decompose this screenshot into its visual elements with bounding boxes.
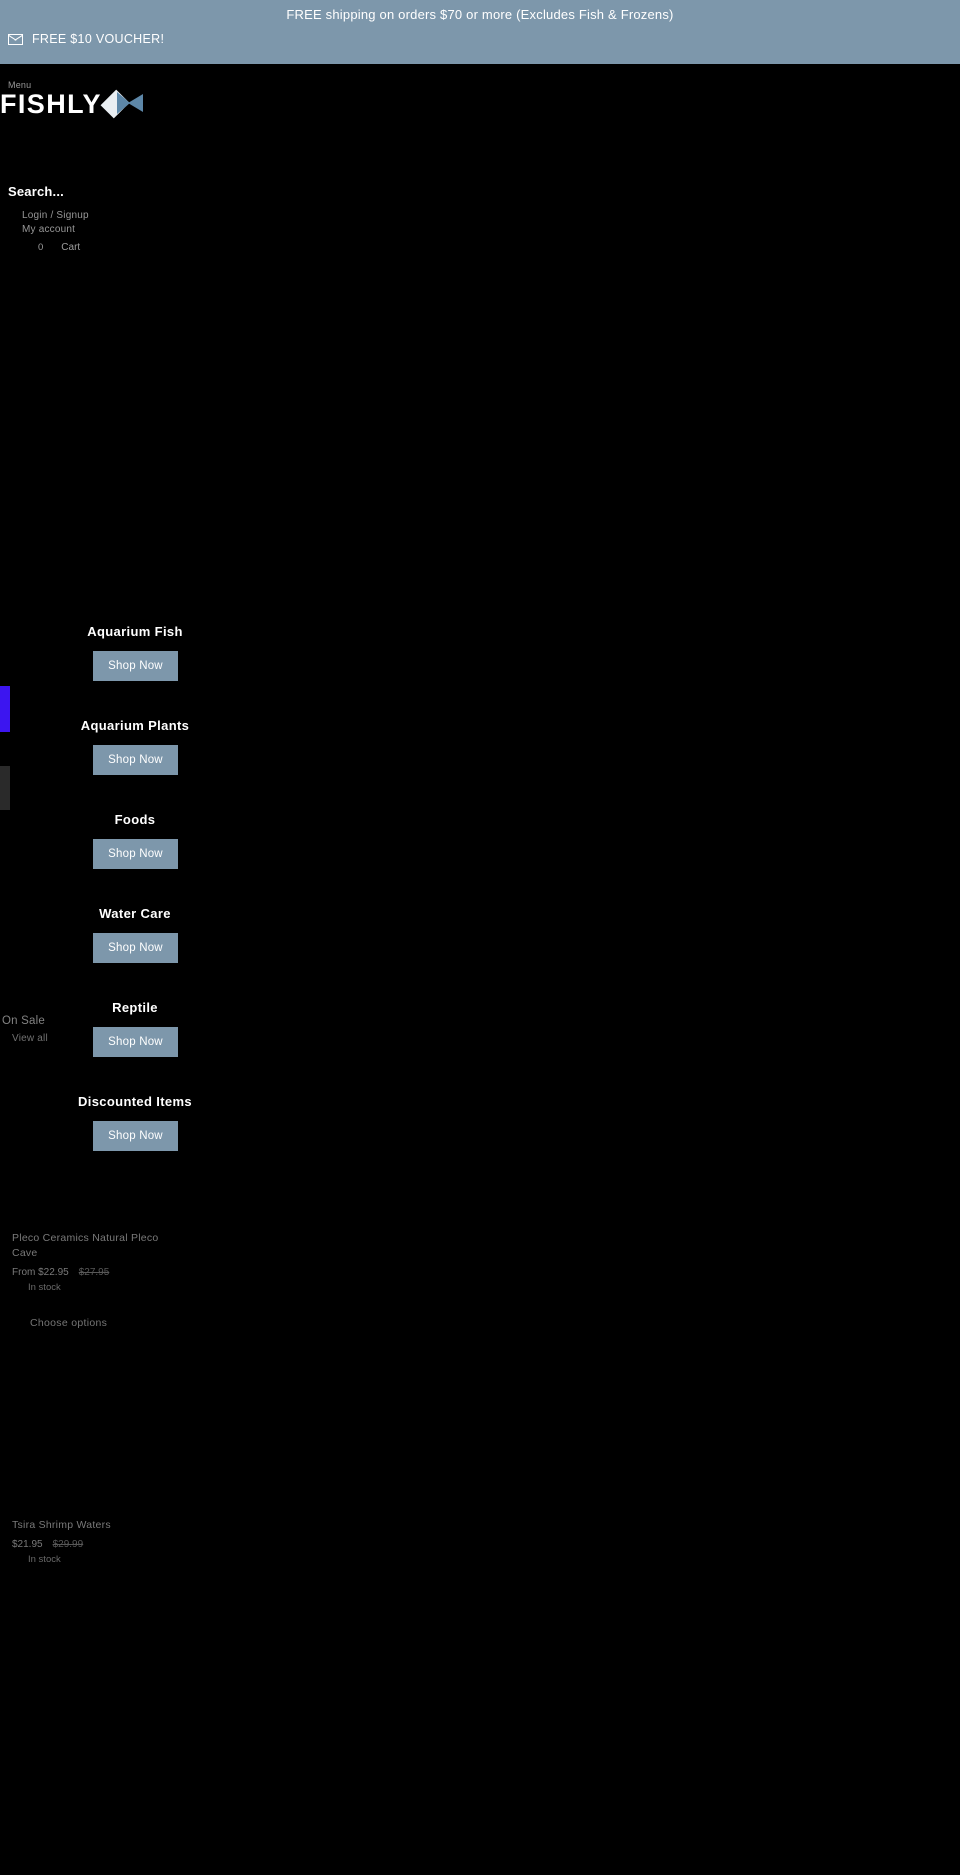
- shop-now-button[interactable]: Shop Now: [93, 651, 178, 681]
- category-title: Foods: [114, 812, 156, 827]
- product-card[interactable]: Tsira Shrimp Waters $21.95 $29.99 In sto…: [12, 1518, 342, 1565]
- category-title: Reptile: [112, 1000, 158, 1015]
- login-signup-link[interactable]: Login / Signup: [22, 209, 89, 223]
- shop-now-button[interactable]: Shop Now: [93, 839, 178, 869]
- voucher-label: FREE $10 VOUCHER!: [32, 32, 165, 46]
- category-title: Water Care: [99, 906, 171, 921]
- account-links: Login / Signup My account: [22, 209, 89, 237]
- category-title: Aquarium Fish: [87, 624, 183, 639]
- category-card-0: Aquarium Fish Shop Now: [0, 600, 960, 694]
- announcement-bar: FREE shipping on orders $70 or more (Exc…: [0, 0, 960, 64]
- voucher-banner[interactable]: FREE $10 VOUCHER!: [8, 32, 164, 46]
- category-title: Aquarium Plants: [80, 718, 190, 733]
- product-card[interactable]: Pleco Ceramics Natural Pleco Cave From $…: [12, 1231, 342, 1329]
- cart-label: Cart: [61, 242, 81, 253]
- shop-now-button[interactable]: Shop Now: [93, 745, 178, 775]
- cart-button[interactable]: 0 Cart: [38, 242, 80, 253]
- category-card-2: Foods Shop Now: [0, 788, 960, 882]
- shop-now-button[interactable]: Shop Now: [93, 933, 178, 963]
- site-logo[interactable]: FISHLY: [0, 89, 143, 119]
- cart-item-count: 0: [38, 242, 44, 253]
- product-title: Pleco Ceramics Natural Pleco Cave: [12, 1232, 159, 1259]
- product-price: $21.95: [12, 1539, 43, 1550]
- product-stock-status: In stock: [28, 1554, 61, 1565]
- site-header: Menu FISHLY Search... Login / Signup My …: [0, 64, 960, 253]
- shop-now-button[interactable]: Shop Now: [93, 1121, 178, 1151]
- category-card-5: Discounted Items Shop Now: [0, 1070, 960, 1164]
- product-compare-price: $27.95: [78, 1267, 110, 1278]
- category-list: Aquarium Fish Shop Now Aquarium Plants S…: [0, 600, 960, 1164]
- product-price: From $22.95: [12, 1267, 69, 1278]
- product-price-row: $21.95 $29.99: [12, 1539, 342, 1550]
- logo-wordmark: FISHLY: [0, 89, 102, 119]
- category-card-4: Reptile Shop Now: [0, 976, 960, 1070]
- product-stock-status: In stock: [28, 1282, 61, 1293]
- my-account-link[interactable]: My account: [22, 223, 89, 237]
- page-root: FREE shipping on orders $70 or more (Exc…: [0, 0, 960, 1875]
- view-all-link[interactable]: View all: [12, 1033, 48, 1044]
- mail-icon: [8, 33, 23, 45]
- product-title: Tsira Shrimp Waters: [12, 1519, 111, 1531]
- choose-options-button[interactable]: Choose options: [30, 1317, 342, 1329]
- product-compare-price: $29.99: [52, 1539, 84, 1550]
- shipping-promo-text: FREE shipping on orders $70 or more (Exc…: [286, 7, 674, 22]
- search-input[interactable]: Search...: [8, 184, 64, 199]
- category-card-3: Water Care Shop Now: [0, 882, 960, 976]
- product-price-row: From $22.95 $27.95: [12, 1267, 342, 1278]
- category-title: Discounted Items: [78, 1094, 192, 1109]
- on-sale-heading: On Sale: [2, 1015, 45, 1027]
- fish-icon: [100, 89, 143, 119]
- category-card-1: Aquarium Plants Shop Now: [0, 694, 960, 788]
- shop-now-button[interactable]: Shop Now: [93, 1027, 178, 1057]
